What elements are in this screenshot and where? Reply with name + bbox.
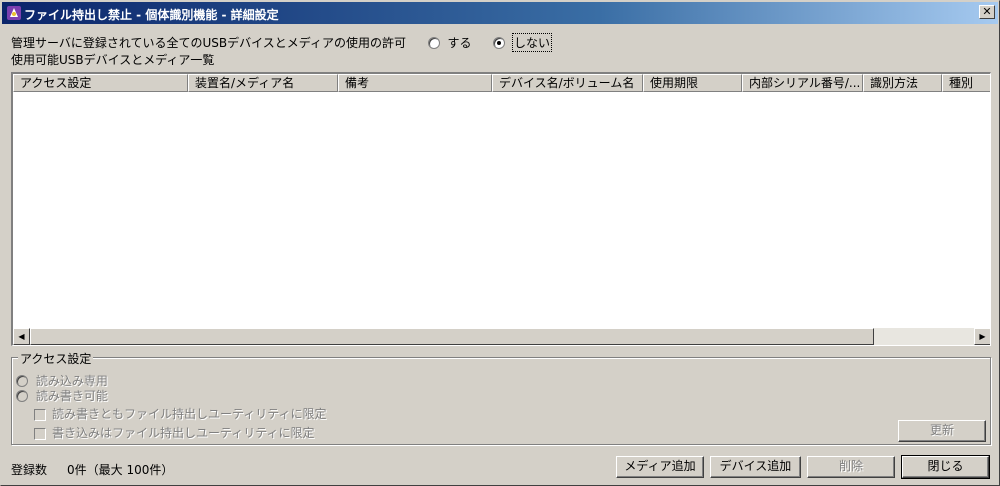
dialog-window: ファイル持出し禁止 - 個体識別機能 - 詳細設定 ✕ 管理サーバに登録されてい…: [0, 0, 1000, 486]
rw-limit-option[interactable]: 読み書きともファイル持出しユーティリティに限定: [34, 405, 327, 421]
write-limit-label: 書き込みはファイル持出しユーティリティに限定: [52, 426, 315, 440]
read-write-option[interactable]: 読み書き可能: [16, 387, 108, 403]
read-only-radio[interactable]: [16, 374, 28, 387]
access-settings-group: アクセス設定 読み込み専用 読み書き可能 読み書きともファイル持出しユーティリテ…: [11, 350, 991, 445]
window-title: ファイル持出し禁止 - 個体識別機能 - 詳細設定: [24, 8, 279, 22]
scroll-left-icon[interactable]: ◀: [13, 328, 30, 345]
permission-no-radio[interactable]: [493, 36, 506, 49]
count-label: 登録数: [11, 463, 48, 477]
add-device-button[interactable]: デバイス追加: [710, 456, 801, 478]
read-only-option[interactable]: 読み込み専用: [16, 372, 108, 388]
column-header-expiry[interactable]: 使用期限: [643, 74, 742, 92]
close-window-button[interactable]: ✕: [979, 5, 995, 19]
column-header-device-name[interactable]: 装置名/メディア名: [188, 74, 338, 92]
permission-no-label[interactable]: しない: [511, 33, 552, 52]
column-header-remarks[interactable]: 備考: [338, 74, 492, 92]
permission-yes-label[interactable]: する: [447, 34, 471, 51]
update-button[interactable]: 更新: [898, 420, 986, 442]
app-icon: [7, 6, 21, 20]
column-header-type[interactable]: 種別: [942, 74, 990, 92]
column-header-serial[interactable]: 内部シリアル番号/...: [742, 74, 863, 92]
read-write-label: 読み書き可能: [35, 389, 108, 403]
close-button[interactable]: 閉じる: [901, 455, 990, 479]
device-list[interactable]: アクセス設定 装置名/メディア名 備考 デバイス名/ボリューム名 使用期限 内部…: [11, 72, 991, 346]
scroll-right-icon[interactable]: ▶: [974, 328, 990, 345]
list-caption: 使用可能USBデバイスとメディア一覧: [11, 53, 215, 67]
column-header-volume-name[interactable]: デバイス名/ボリューム名: [492, 74, 643, 92]
access-settings-title: アクセス設定: [18, 350, 94, 367]
permission-yes-radio[interactable]: [427, 36, 440, 49]
permission-row: 管理サーバに登録されている全てのUSBデバイスとメディアの使用の許可 する しな…: [11, 33, 552, 52]
add-media-button[interactable]: メディア追加: [616, 456, 704, 478]
list-header: アクセス設定 装置名/メディア名 備考 デバイス名/ボリューム名 使用期限 内部…: [13, 74, 990, 92]
write-limit-checkbox[interactable]: [34, 427, 46, 440]
rw-limit-checkbox[interactable]: [34, 408, 46, 421]
column-header-identify-method[interactable]: 識別方法: [863, 74, 942, 92]
permission-label: 管理サーバに登録されている全てのUSBデバイスとメディアの使用の許可: [11, 36, 406, 50]
write-limit-option[interactable]: 書き込みはファイル持出しユーティリティに限定: [34, 424, 315, 440]
read-write-radio[interactable]: [16, 389, 28, 402]
column-header-access[interactable]: アクセス設定: [13, 74, 188, 92]
scroll-thumb[interactable]: [30, 328, 874, 345]
count-value: 0件（最大 100件）: [67, 463, 174, 477]
title-bar[interactable]: ファイル持出し禁止 - 個体識別機能 - 詳細設定 ✕: [2, 2, 998, 24]
rw-limit-label: 読み書きともファイル持出しユーティリティに限定: [52, 407, 327, 421]
horizontal-scrollbar[interactable]: ◀ ▶: [13, 328, 990, 345]
delete-button[interactable]: 削除: [807, 456, 895, 478]
